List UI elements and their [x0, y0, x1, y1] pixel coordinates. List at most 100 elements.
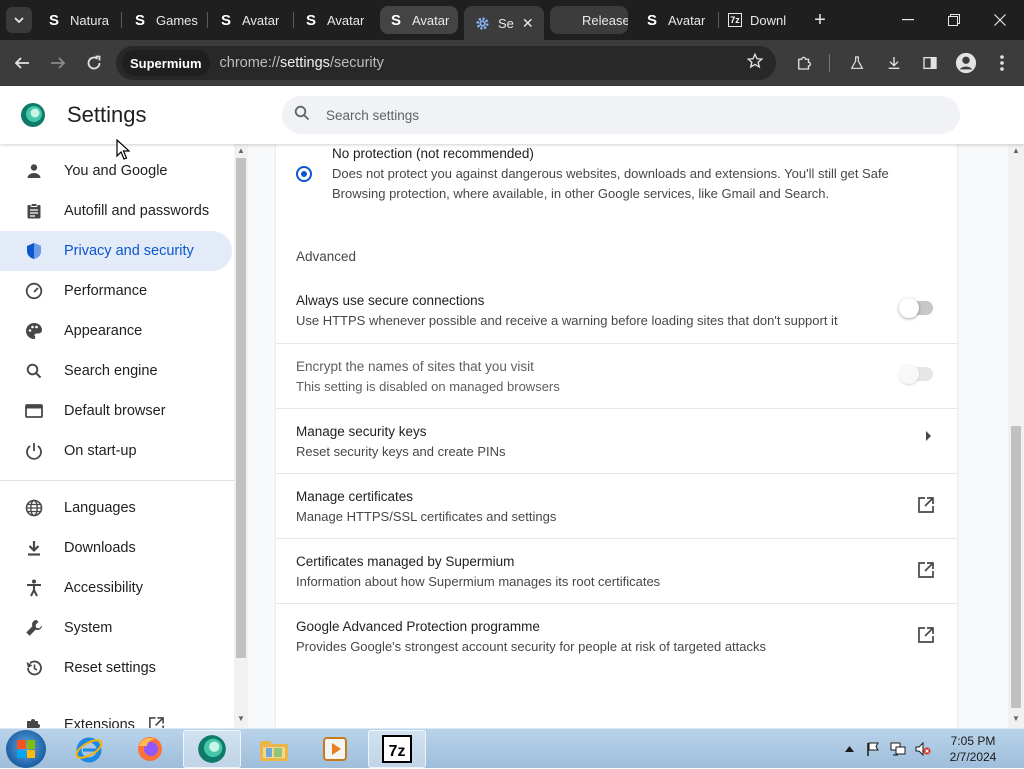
scroll-up-arrow-icon[interactable]: ▲ [1011, 146, 1021, 155]
tab-avatar-2[interactable]: S Avatar [303, 6, 375, 34]
labs-flask-icon[interactable] [844, 50, 870, 76]
tab-download[interactable]: 7z Downl [728, 6, 794, 34]
scroll-down-arrow-icon[interactable]: ▼ [236, 714, 246, 723]
show-hidden-icons-arrow[interactable] [845, 729, 854, 769]
start-button[interactable] [6, 730, 46, 768]
sidebar-item-downloads[interactable]: Downloads [0, 528, 232, 568]
url-path: /security [329, 55, 384, 71]
settings-header: Settings [0, 86, 1024, 144]
search-icon [24, 361, 44, 381]
sidebar-item-label: Default browser [64, 403, 166, 419]
scroll-down-arrow-icon[interactable]: ▼ [1011, 714, 1021, 723]
firefox-icon[interactable] [121, 730, 179, 768]
external-link-icon[interactable] [917, 561, 935, 579]
side-panel-icon[interactable] [917, 50, 943, 76]
sidebar-item-performance[interactable]: Performance [0, 271, 232, 311]
tab-title: Avatar [668, 12, 706, 28]
reload-icon[interactable] [81, 50, 107, 76]
file-explorer-icon[interactable] [245, 730, 303, 768]
sidebar-item-default-browser[interactable]: Default browser [0, 391, 232, 431]
site-chip[interactable]: Supermium [122, 50, 210, 76]
restore-icon[interactable] [934, 6, 974, 34]
chevron-right-icon[interactable] [925, 431, 931, 444]
sidebar-item-reset-settings[interactable]: Reset settings [0, 648, 232, 688]
search-input[interactable] [326, 107, 926, 123]
row-always-secure-connections[interactable]: Always use secure connections Use HTTPS … [276, 278, 957, 343]
tab-avatar-1[interactable]: S Avatar [218, 6, 290, 34]
new-tab-icon[interactable]: + [808, 8, 832, 32]
bookmark-star-icon[interactable] [746, 52, 764, 75]
supermium-s-icon: S [305, 11, 316, 29]
external-link-icon[interactable] [917, 496, 935, 514]
url-text[interactable]: chrome://settings/security [220, 55, 384, 71]
forward-arrow-icon[interactable] [45, 50, 71, 76]
no-protection-title: No protection (not recommended) [332, 146, 534, 161]
profile-avatar-icon[interactable] [953, 50, 979, 76]
sidebar-scrollbar[interactable]: ▲ ▼ [234, 144, 248, 728]
download-icon[interactable] [881, 50, 907, 76]
extensions-puzzle-icon[interactable] [791, 50, 817, 76]
scroll-up-arrow-icon[interactable]: ▲ [236, 146, 246, 155]
internet-explorer-icon[interactable] [60, 730, 118, 768]
row-manage-certificates[interactable]: Manage certificates Manage HTTPS/SSL cer… [276, 473, 957, 538]
tab-settings[interactable]: Se ✕ [464, 6, 544, 40]
sidebar-item-languages[interactable]: Languages [0, 488, 232, 528]
sidebar-item-search-engine[interactable]: Search engine [0, 351, 232, 391]
tab-separator [121, 12, 122, 28]
7zip-icon[interactable]: 7z [368, 730, 426, 768]
browser-icon [24, 401, 44, 421]
wrench-icon [24, 618, 44, 638]
sidebar-item-autofill[interactable]: Autofill and passwords [0, 191, 232, 231]
supermium-icon[interactable] [183, 730, 241, 768]
tab-avatar-4[interactable]: S Avatar [644, 6, 716, 34]
more-menu-icon[interactable] [989, 50, 1015, 76]
sidebar-item-on-start-up[interactable]: On start-up [0, 431, 232, 471]
supermium-s-icon: S [48, 11, 59, 29]
close-tab-icon[interactable]: ✕ [522, 15, 534, 32]
settings-search[interactable] [282, 96, 960, 134]
tab-title: Release [582, 12, 628, 28]
address-bar[interactable]: Supermium chrome://settings/security [116, 46, 776, 80]
volume-muted-icon[interactable] [915, 729, 931, 769]
close-window-icon[interactable] [980, 6, 1020, 34]
row-description: Manage HTTPS/SSL certificates and settin… [296, 509, 557, 524]
tab-natura[interactable]: S Natura [46, 6, 118, 34]
sidebar-divider [0, 480, 234, 481]
network-icon[interactable] [890, 729, 906, 769]
minimize-icon[interactable] [888, 6, 928, 34]
security-settings-card: No protection (not recommended) Does not… [276, 144, 957, 728]
external-link-icon[interactable] [917, 626, 935, 644]
clock-time: 7:05 PM [950, 734, 996, 748]
advanced-heading: Advanced [296, 249, 357, 264]
gear-icon [474, 15, 490, 31]
secure-connections-toggle[interactable] [899, 298, 933, 318]
action-center-flag-icon[interactable] [866, 729, 880, 769]
tab-release[interactable]: Release [550, 6, 628, 34]
sidebar-item-privacy-and-security[interactable]: Privacy and security [0, 231, 232, 271]
sidebar-item-extensions[interactable]: Extensions [0, 705, 232, 728]
power-icon [24, 441, 44, 461]
main-scrollbar-thumb[interactable] [1011, 426, 1021, 708]
tab-title: Avatar [412, 12, 450, 28]
sidebar-item-system[interactable]: System [0, 608, 232, 648]
tab-title: Natura [70, 12, 110, 28]
tab-avatar-3[interactable]: S Avatar [380, 6, 458, 34]
tab-games[interactable]: S Games [132, 6, 204, 34]
media-player-icon[interactable] [306, 730, 364, 768]
url-host: settings [279, 55, 330, 71]
row-advanced-protection[interactable]: Google Advanced Protection programme Pro… [276, 603, 957, 668]
supermium-s-icon: S [646, 11, 657, 29]
row-manage-security-keys[interactable]: Manage security keys Reset security keys… [276, 408, 957, 473]
sidebar-item-appearance[interactable]: Appearance [0, 311, 232, 351]
encrypt-site-names-toggle [899, 364, 933, 384]
back-arrow-icon[interactable] [9, 50, 35, 76]
sidebar-item-accessibility[interactable]: Accessibility [0, 568, 232, 608]
sidebar-scrollbar-thumb[interactable] [236, 158, 246, 658]
tab-search-button[interactable] [6, 7, 32, 33]
no-protection-radio[interactable] [296, 166, 312, 182]
system-clock[interactable]: 7:05 PM 2/7/2024 [940, 733, 1006, 765]
row-description: Reset security keys and create PINs [296, 444, 506, 459]
sidebar-item-label: Accessibility [64, 580, 143, 596]
row-certificates-managed[interactable]: Certificates managed by Supermium Inform… [276, 538, 957, 603]
main-scrollbar[interactable]: ▲ ▼ [1008, 144, 1024, 728]
